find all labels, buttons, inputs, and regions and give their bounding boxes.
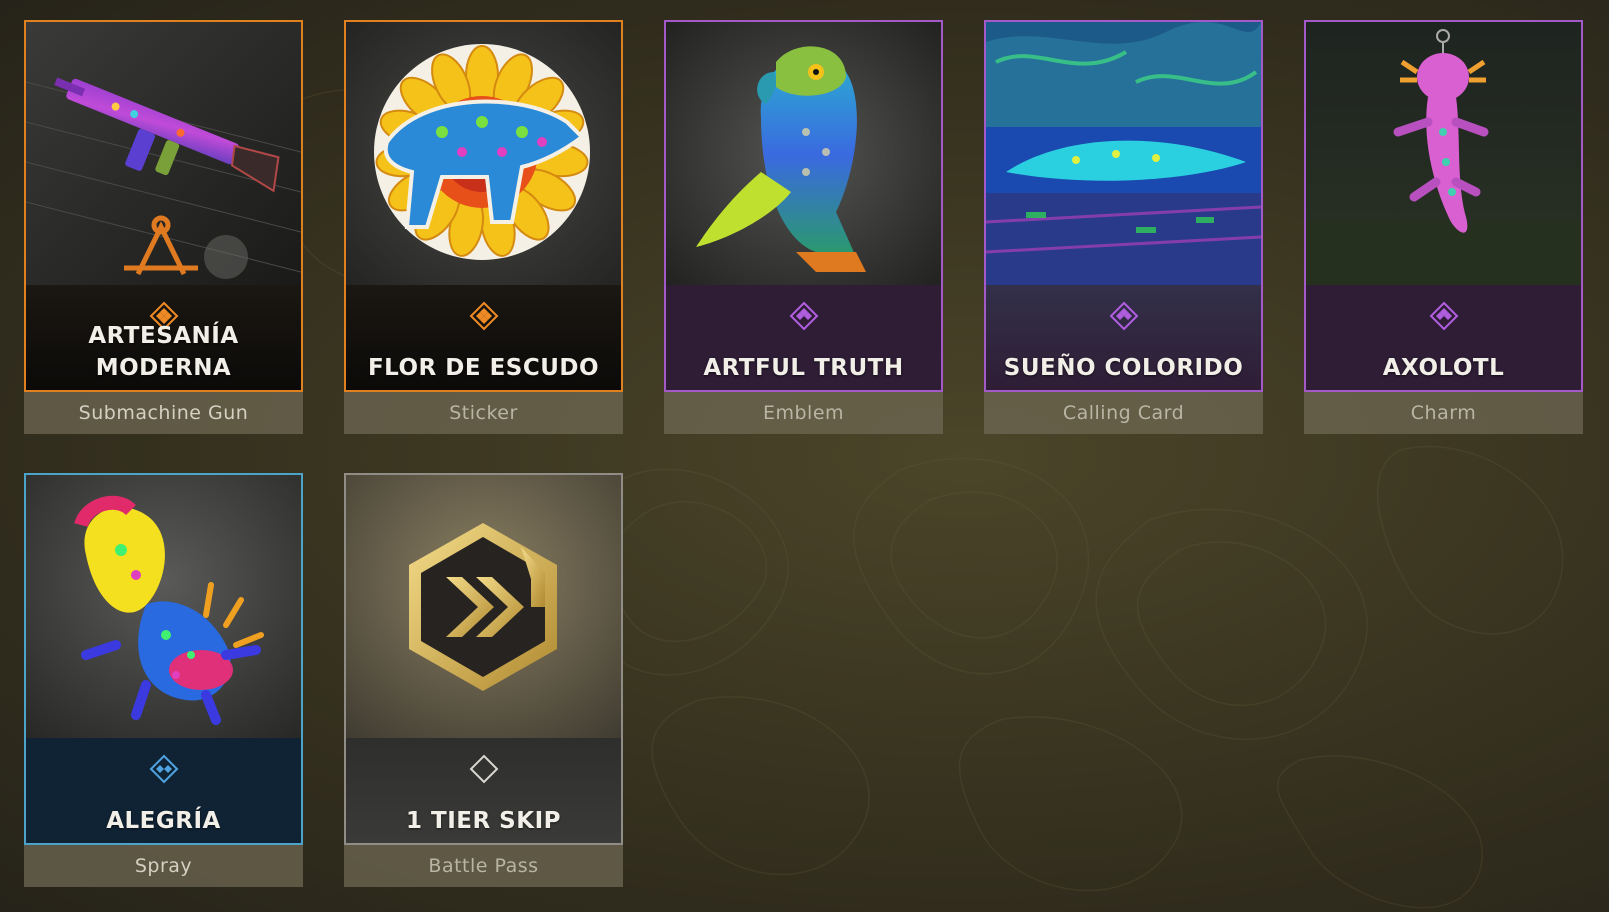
item-info-band: SUEÑO COLORIDO	[986, 285, 1261, 390]
item-card-alegria[interactable]: ALEGRÍA Spray	[24, 473, 303, 907]
item-type-label: Charm	[1304, 392, 1583, 434]
parrot-emblem-icon	[666, 22, 941, 285]
diamond-outline-icon	[469, 754, 499, 784]
item-name: ARTFUL TRUTH	[703, 355, 904, 381]
diamond-quad-icon	[469, 301, 499, 331]
smg-weapon-icon	[26, 22, 301, 285]
item-type-label: Sticker	[344, 392, 623, 434]
item-card-artful-truth[interactable]: ARTFUL TRUTH Emblem	[664, 20, 943, 454]
item-type-label: Battle Pass	[344, 845, 623, 887]
item-name: FLOR DE ESCUDO	[367, 355, 600, 381]
item-card-1-tier-skip[interactable]: 1 TIER SKIP Battle Pass	[344, 473, 623, 907]
item-frame: ARTESANÍA MODERNA	[24, 20, 303, 392]
item-name: ALEGRÍA	[106, 808, 221, 834]
tier-skip-hexagon-icon	[346, 475, 621, 738]
item-info-band: ARTESANÍA MODERNA	[26, 285, 301, 390]
item-frame: 1 TIER SKIP	[344, 473, 623, 845]
item-card-sueno-colorido[interactable]: SUEÑO COLORIDO Calling Card	[984, 20, 1263, 454]
diamond-triple-icon	[789, 301, 819, 331]
item-info-band: FLOR DE ESCUDO	[346, 285, 621, 390]
item-info-band: 1 TIER SKIP	[346, 738, 621, 843]
item-type-label: Spray	[24, 845, 303, 887]
item-name: ARTESANÍA MODERNA	[88, 323, 239, 381]
item-frame: AXOLOTL	[1304, 20, 1583, 392]
calling-card-art-icon	[986, 22, 1261, 285]
jaguar-sun-sticker-icon	[346, 22, 621, 285]
diamond-triple-icon	[1429, 301, 1459, 331]
item-name: SUEÑO COLORIDO	[1003, 355, 1244, 381]
item-type-label: Submachine Gun	[24, 392, 303, 434]
reward-grid: ARTESANÍA MODERNA Submachine Gun FLOR DE…	[0, 0, 1609, 912]
item-info-band: ARTFUL TRUTH	[666, 285, 941, 390]
item-card-artesania-moderna[interactable]: ARTESANÍA MODERNA Submachine Gun	[24, 20, 303, 454]
item-type-label: Emblem	[664, 392, 943, 434]
item-frame: FLOR DE ESCUDO	[344, 20, 623, 392]
item-name: AXOLOTL	[1382, 355, 1505, 381]
axolotl-spray-icon	[26, 475, 301, 738]
item-frame: ARTFUL TRUTH	[664, 20, 943, 392]
item-card-axolotl[interactable]: AXOLOTL Charm	[1304, 20, 1583, 454]
item-info-band: AXOLOTL	[1306, 285, 1581, 390]
axolotl-charm-icon	[1306, 22, 1581, 285]
item-frame: SUEÑO COLORIDO	[984, 20, 1263, 392]
item-info-band: ALEGRÍA	[26, 738, 301, 843]
diamond-triple-icon	[1109, 301, 1139, 331]
item-frame: ALEGRÍA	[24, 473, 303, 845]
diamond-double-icon	[149, 754, 179, 784]
item-card-flor-de-escudo[interactable]: FLOR DE ESCUDO Sticker	[344, 20, 623, 454]
item-type-label: Calling Card	[984, 392, 1263, 434]
item-name: 1 TIER SKIP	[406, 808, 561, 834]
